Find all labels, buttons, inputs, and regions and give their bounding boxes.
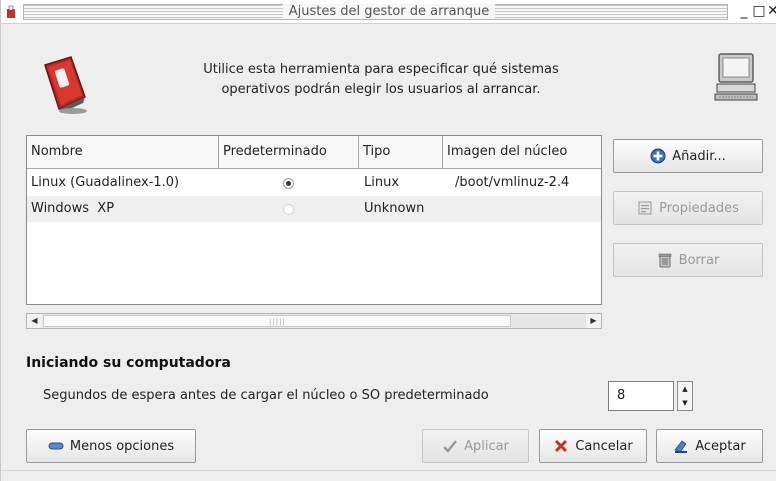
delete-label: Borrar (678, 252, 720, 268)
properties-icon (638, 201, 652, 215)
stepper-up-icon[interactable]: ▲ (678, 382, 692, 396)
delete-button[interactable]: Borrar (613, 243, 763, 277)
boot-manager-window: Ajustes del gestor de arranque _ □ ✕ Uti… (0, 0, 776, 481)
add-icon (650, 148, 666, 164)
column-header-type[interactable]: Tipo (359, 136, 443, 168)
window-title: Ajustes del gestor de arranque (1, 4, 776, 20)
section-title: Iniciando su computadora (26, 355, 231, 371)
wait-seconds-stepper[interactable]: ▲ ▼ (677, 381, 693, 411)
wait-seconds-input[interactable]: 8 (608, 381, 674, 411)
table-row[interactable]: Linux (Guadalinex-1.0) Linux /boot/vmlin… (27, 170, 601, 196)
title-bar[interactable]: Ajustes del gestor de arranque _ □ ✕ (1, 0, 776, 24)
scroll-left-arrow-icon[interactable]: ◀ (27, 314, 42, 328)
row-name: Linux (Guadalinex-1.0) (31, 175, 180, 190)
maximize-button[interactable]: □ (752, 3, 766, 19)
row-name: Windows XP (31, 201, 115, 216)
properties-label: Propiedades (659, 200, 739, 216)
apply-label: Aplicar (464, 438, 509, 454)
cancel-x-icon (555, 439, 568, 453)
less-options-button[interactable]: Menos opciones (26, 429, 196, 463)
scrollbar-thumb[interactable]: ||||| (43, 315, 511, 327)
default-radio[interactable] (283, 204, 294, 215)
close-button[interactable]: ✕ (766, 3, 776, 19)
column-header-default[interactable]: Predeterminado (219, 136, 359, 168)
wait-label: Segundos de espera antes de cargar el nú… (43, 388, 489, 403)
accept-button[interactable]: Aceptar (656, 429, 763, 463)
scroll-right-arrow-icon[interactable]: ▶ (586, 314, 601, 328)
column-header-name[interactable]: Nombre (27, 136, 219, 168)
accept-icon (674, 440, 688, 453)
description-line-2: operativos podrán elegir los usuarios al… (221, 82, 541, 97)
row-type: Unknown (364, 201, 425, 216)
stepper-down-icon[interactable]: ▼ (678, 396, 692, 410)
add-label: Añadir... (672, 148, 726, 164)
cancel-label: Cancelar (575, 438, 633, 454)
header-description: Utilice esta herramienta para especifica… (151, 60, 611, 100)
minimize-button[interactable]: _ (737, 3, 751, 19)
power-switch-icon (44, 56, 87, 114)
grip-icon: ||||| (269, 318, 286, 326)
trash-icon (658, 253, 671, 268)
default-radio[interactable] (283, 178, 294, 189)
computer-icon (714, 53, 758, 101)
checkmark-icon (443, 440, 458, 453)
properties-button[interactable]: Propiedades (613, 191, 763, 225)
add-button[interactable]: Añadir... (613, 139, 763, 173)
window-bottom-border (1, 470, 776, 471)
minus-icon (48, 442, 64, 450)
table-header: Nombre Predeterminado Tipo Imagen del nú… (27, 136, 601, 169)
description-line-1: Utilice esta herramienta para especifica… (203, 62, 559, 77)
less-options-label: Menos opciones (69, 438, 175, 454)
os-table: Nombre Predeterminado Tipo Imagen del nú… (26, 135, 602, 305)
row-kernel: /boot/vmlinuz-2.4 (455, 175, 570, 190)
apply-button[interactable]: Aplicar (422, 429, 529, 463)
cancel-button[interactable]: Cancelar (539, 429, 647, 463)
row-kernel (455, 196, 601, 222)
column-header-kernel[interactable]: Imagen del núcleo (443, 136, 601, 168)
horizontal-scrollbar[interactable]: ◀ ||||| ▶ (26, 313, 602, 329)
accept-label: Aceptar (695, 438, 746, 454)
table-row[interactable]: Windows XP Unknown (27, 196, 601, 222)
row-type: Linux (364, 175, 400, 190)
